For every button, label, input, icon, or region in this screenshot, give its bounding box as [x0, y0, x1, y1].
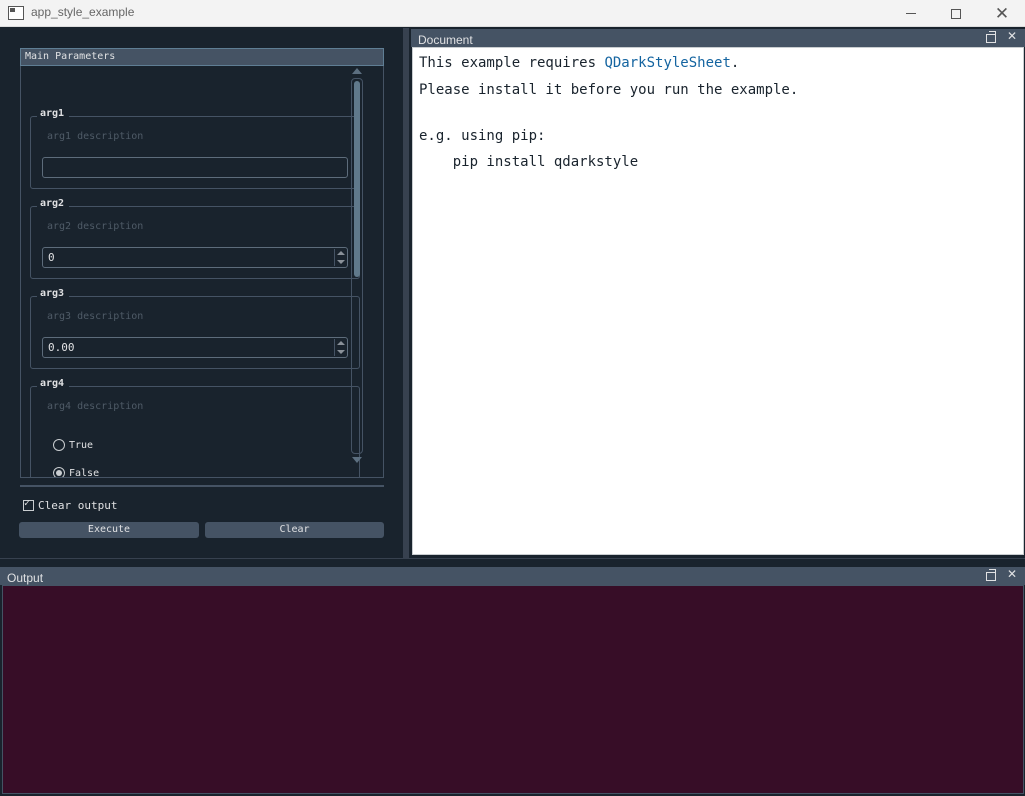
- arg4-radio-false[interactable]: False: [53, 467, 100, 478]
- spin-down-icon[interactable]: [337, 350, 345, 354]
- spin-up-icon[interactable]: [337, 341, 345, 345]
- document-dock-titlebar[interactable]: Document: [411, 29, 1025, 47]
- arg3-value: 0.00: [48, 341, 75, 354]
- arg3-group: arg3 arg3 description 0.00: [30, 288, 360, 369]
- vertical-splitter[interactable]: [403, 28, 409, 558]
- arg1-label: arg1: [37, 108, 70, 119]
- arg2-group: arg2 arg2 description 0: [30, 198, 360, 279]
- document-line-3: e.g. using pip:: [419, 128, 546, 144]
- arg2-value: 0: [48, 251, 55, 264]
- radio-unchecked-icon: [53, 439, 65, 451]
- document-line-4: pip install qdarkstyle: [419, 154, 639, 170]
- parameters-scrollbar[interactable]: [351, 68, 363, 468]
- maximize-icon: [951, 8, 961, 19]
- document-text-prefix: This example requires: [419, 55, 605, 71]
- spin-down-icon[interactable]: [337, 260, 345, 264]
- execute-button[interactable]: Execute: [19, 522, 199, 538]
- close-icon: ✕: [994, 3, 1010, 23]
- clear-output-checkbox[interactable]: Clear output: [23, 498, 118, 512]
- document-dock-title: Document: [418, 33, 473, 47]
- scrollbar-track[interactable]: [351, 78, 363, 454]
- close-icon: ✕: [1007, 567, 1018, 581]
- close-icon: ✕: [1007, 29, 1018, 43]
- arg4-description: arg4 description: [47, 401, 144, 412]
- document-text-area[interactable]: This example requires QDarkStyleSheet. P…: [412, 47, 1024, 555]
- scrollbar-thumb[interactable]: [354, 81, 360, 277]
- arg2-description: arg2 description: [47, 221, 144, 232]
- maximize-button[interactable]: [933, 0, 979, 27]
- app-window-icon: [8, 6, 24, 20]
- window-title: app_style_example: [31, 5, 135, 19]
- spin-up-icon[interactable]: [337, 251, 345, 255]
- document-float-button[interactable]: [986, 31, 996, 43]
- arg4-option-false: False: [69, 467, 100, 478]
- output-text-area[interactable]: [2, 585, 1024, 794]
- clear-button[interactable]: Clear: [205, 522, 384, 538]
- document-line-2: Please install it before you run the exa…: [419, 82, 799, 98]
- document-line-1: This example requires QDarkStyleSheet.: [419, 55, 739, 71]
- window-titlebar: app_style_example ✕: [0, 0, 1025, 27]
- arg2-stepper[interactable]: [334, 249, 346, 266]
- minimize-icon: [906, 13, 916, 14]
- checkbox-checked-icon: [23, 498, 34, 511]
- minimize-button[interactable]: [888, 0, 934, 27]
- arg4-label: arg4: [37, 378, 70, 389]
- parameters-panel: Main Parameters arg1 arg1 description ar…: [2, 28, 403, 558]
- arg3-spinbox[interactable]: 0.00: [42, 337, 348, 358]
- arg3-label: arg3: [37, 288, 70, 299]
- main-parameters-header: Main Parameters: [20, 48, 384, 66]
- float-icon: [986, 569, 996, 581]
- arg3-stepper[interactable]: [334, 339, 346, 356]
- arg4-option-true: True: [69, 439, 94, 451]
- close-button[interactable]: ✕: [979, 0, 1025, 27]
- arg3-description: arg3 description: [47, 311, 144, 322]
- arg4-radio-true[interactable]: True: [53, 439, 93, 451]
- arg1-group: arg1 arg1 description: [30, 108, 360, 189]
- separator: [20, 485, 384, 487]
- arg1-description: arg1 description: [47, 131, 144, 142]
- clear-output-label: Clear output: [38, 499, 118, 512]
- scroll-up-icon[interactable]: [352, 68, 362, 74]
- scroll-down-icon[interactable]: [352, 457, 362, 463]
- output-dock-titlebar[interactable]: Output: [0, 567, 1025, 585]
- arg4-group: arg4 arg4 description True False: [30, 378, 360, 478]
- output-close-button[interactable]: ✕: [1007, 567, 1017, 581]
- document-close-button[interactable]: ✕: [1007, 29, 1017, 43]
- output-dock-title: Output: [7, 571, 44, 585]
- output-float-button[interactable]: [986, 569, 996, 581]
- parameters-scroll-area: arg1 arg1 description arg2 arg2 descript…: [20, 66, 384, 478]
- document-text-suffix: .: [730, 55, 740, 71]
- qdarkstylesheet-link[interactable]: QDarkStyleSheet: [604, 55, 730, 71]
- radio-checked-icon: [53, 467, 65, 477]
- arg1-input[interactable]: [42, 157, 348, 178]
- float-icon: [986, 31, 996, 43]
- arg2-spinbox[interactable]: 0: [42, 247, 348, 268]
- arg2-label: arg2: [37, 198, 70, 209]
